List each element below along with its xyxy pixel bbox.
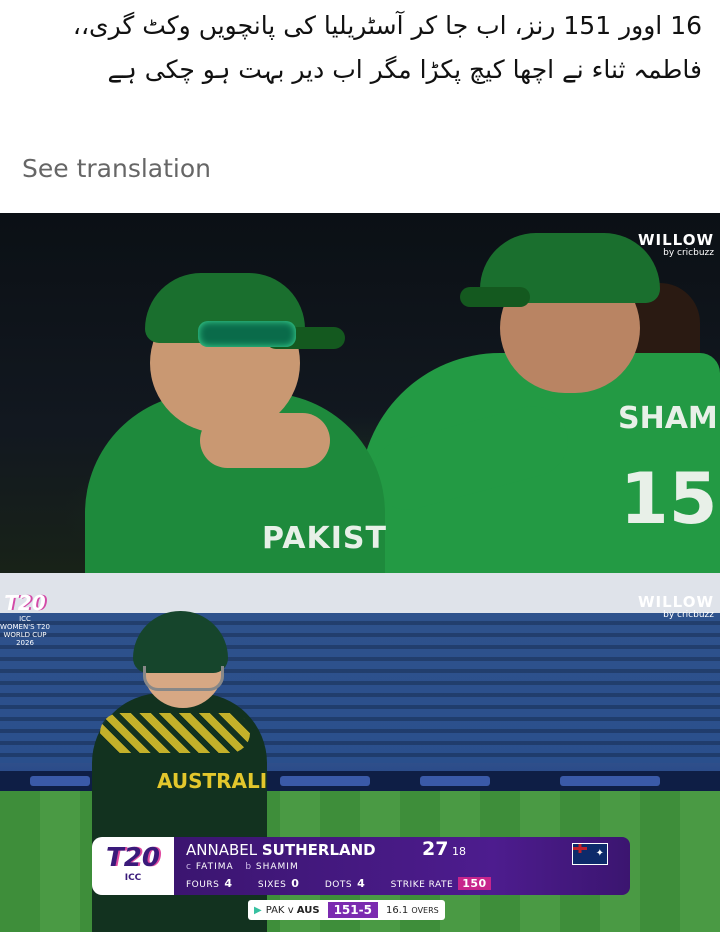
catching-hands	[200, 413, 330, 468]
jersey-text-pakistan: PAKIST	[262, 521, 387, 556]
sixes-label: SIXES	[257, 880, 287, 890]
batter-runs: 27	[422, 838, 449, 860]
fours-value: 4	[224, 877, 233, 890]
batter-stats: FOURS 4 SIXES 0 DOTS 4 STRIKE RATE 150	[186, 877, 491, 890]
batter-last-name: SUTHERLAND	[261, 841, 376, 859]
broadcaster-name: WILLOW	[637, 231, 714, 249]
sunglasses	[198, 321, 296, 347]
overs-value: 16.1	[385, 904, 409, 916]
batter-balls: 18	[452, 845, 466, 858]
post-text: 16 اوور 151 رنز، اب جا کر آسٹریلیا کی پا…	[72, 11, 702, 84]
event-logo-womens: WOMEN'S T20	[0, 623, 50, 631]
broadcaster-name: WILLOW	[637, 593, 714, 611]
team-score: 151-5	[327, 902, 378, 918]
t20-logo-text: T20	[106, 843, 160, 873]
icc-logo-text: ICC	[124, 873, 142, 883]
fours-label: FOURS	[186, 880, 220, 890]
broadcaster-sub: by cricbuzz	[663, 248, 714, 258]
event-logo: T20 ICC WOMEN'S T20 WORLD CUP 2026	[0, 591, 50, 647]
dots-value: 4	[357, 877, 366, 890]
batter-scorecard: T20 ICC ANNABEL SUTHERLAND 27 18 c FATIM…	[92, 837, 630, 895]
overs-label: OVERS	[411, 905, 439, 915]
sixes-value: 0	[291, 877, 300, 890]
jersey-name-shamim: SHAMI	[618, 401, 720, 436]
event-logo-t20: T20	[4, 591, 46, 615]
post-media[interactable]: SHAMI 15 PAKIST WILLOW by cricbuzz AUSTR…	[0, 213, 720, 932]
australia-flag-icon	[572, 843, 608, 865]
batter-first-name: ANNABEL	[186, 841, 258, 859]
play-arrow-icon: ▶	[254, 904, 262, 916]
scorecard-panel: ANNABEL SUTHERLAND 27 18 c FATIMA b SHAM…	[174, 837, 630, 895]
broadcaster-logo-bottom: WILLOW by cricbuzz	[638, 593, 714, 620]
event-logo-worldcup: WORLD CUP	[3, 631, 47, 639]
team1: PAK	[265, 904, 285, 916]
fielder-right-cap	[460, 233, 660, 307]
see-translation-link[interactable]: See translation	[22, 154, 211, 183]
batter-name: ANNABEL SUTHERLAND	[186, 841, 376, 859]
event-logo-icc: ICC	[19, 615, 31, 623]
team2: AUS	[296, 904, 320, 916]
event-logo-year: 2026	[16, 639, 34, 647]
broadcaster-logo-top: WILLOW by cricbuzz	[638, 231, 714, 258]
dismissal-info: c FATIMA b SHAMIM	[186, 862, 299, 872]
jersey-pattern	[100, 713, 250, 753]
caught-by: FATIMA	[195, 862, 234, 872]
bowled-by: SHAMIM	[255, 862, 299, 872]
jersey-text-australia: AUSTRALI	[157, 769, 268, 793]
strike-rate-value: 150	[458, 877, 491, 890]
match-teams: PAK v AUS	[266, 905, 320, 916]
stadium-roof	[0, 573, 720, 613]
strike-rate-label: STRIKE RATE	[390, 880, 454, 890]
bowled-tag: b	[245, 862, 253, 872]
broadcaster-sub: by cricbuzz	[663, 610, 714, 620]
celebration-frame: SHAMI 15 PAKIST WILLOW by cricbuzz	[0, 213, 720, 573]
caught-tag: c	[186, 862, 192, 872]
match-score-bar: ▶ PAK v AUS 151-5 16.1 OVERS	[248, 900, 445, 920]
t20-logo: T20 ICC	[92, 837, 174, 895]
dots-label: DOTS	[324, 880, 353, 890]
jersey-number: 15	[620, 458, 718, 540]
vs-label: v	[287, 904, 294, 916]
